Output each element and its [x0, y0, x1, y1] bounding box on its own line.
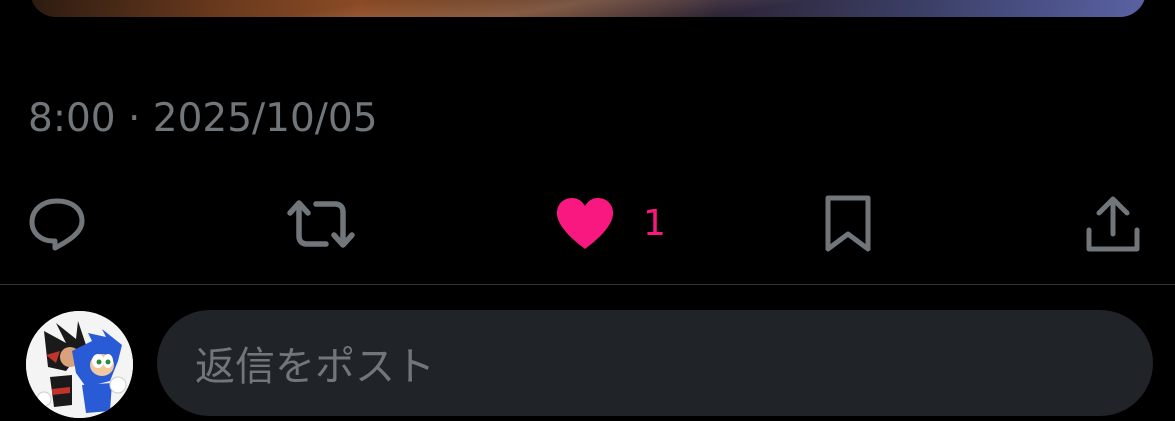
like-count: 1: [643, 203, 666, 244]
heart-icon: [555, 197, 615, 251]
avatar[interactable]: [26, 311, 133, 418]
like-button[interactable]: 1: [555, 186, 666, 262]
repost-icon: [286, 198, 356, 250]
share-icon: [1084, 194, 1142, 254]
bookmark-icon: [822, 194, 874, 254]
post-timestamp[interactable]: 8:00 · 2025/10/05: [28, 96, 378, 141]
reply-icon: [28, 197, 86, 251]
reply-placeholder: 返信をポスト: [195, 344, 435, 390]
section-divider: [0, 284, 1175, 285]
post-media-image[interactable]: [30, 0, 1146, 17]
reply-input[interactable]: 返信をポスト: [157, 310, 1153, 416]
repost-button[interactable]: [286, 186, 356, 262]
bookmark-button[interactable]: [822, 186, 874, 262]
reply-button[interactable]: [28, 186, 86, 262]
post-action-bar: 1: [0, 186, 1175, 262]
share-button[interactable]: [1084, 186, 1142, 262]
